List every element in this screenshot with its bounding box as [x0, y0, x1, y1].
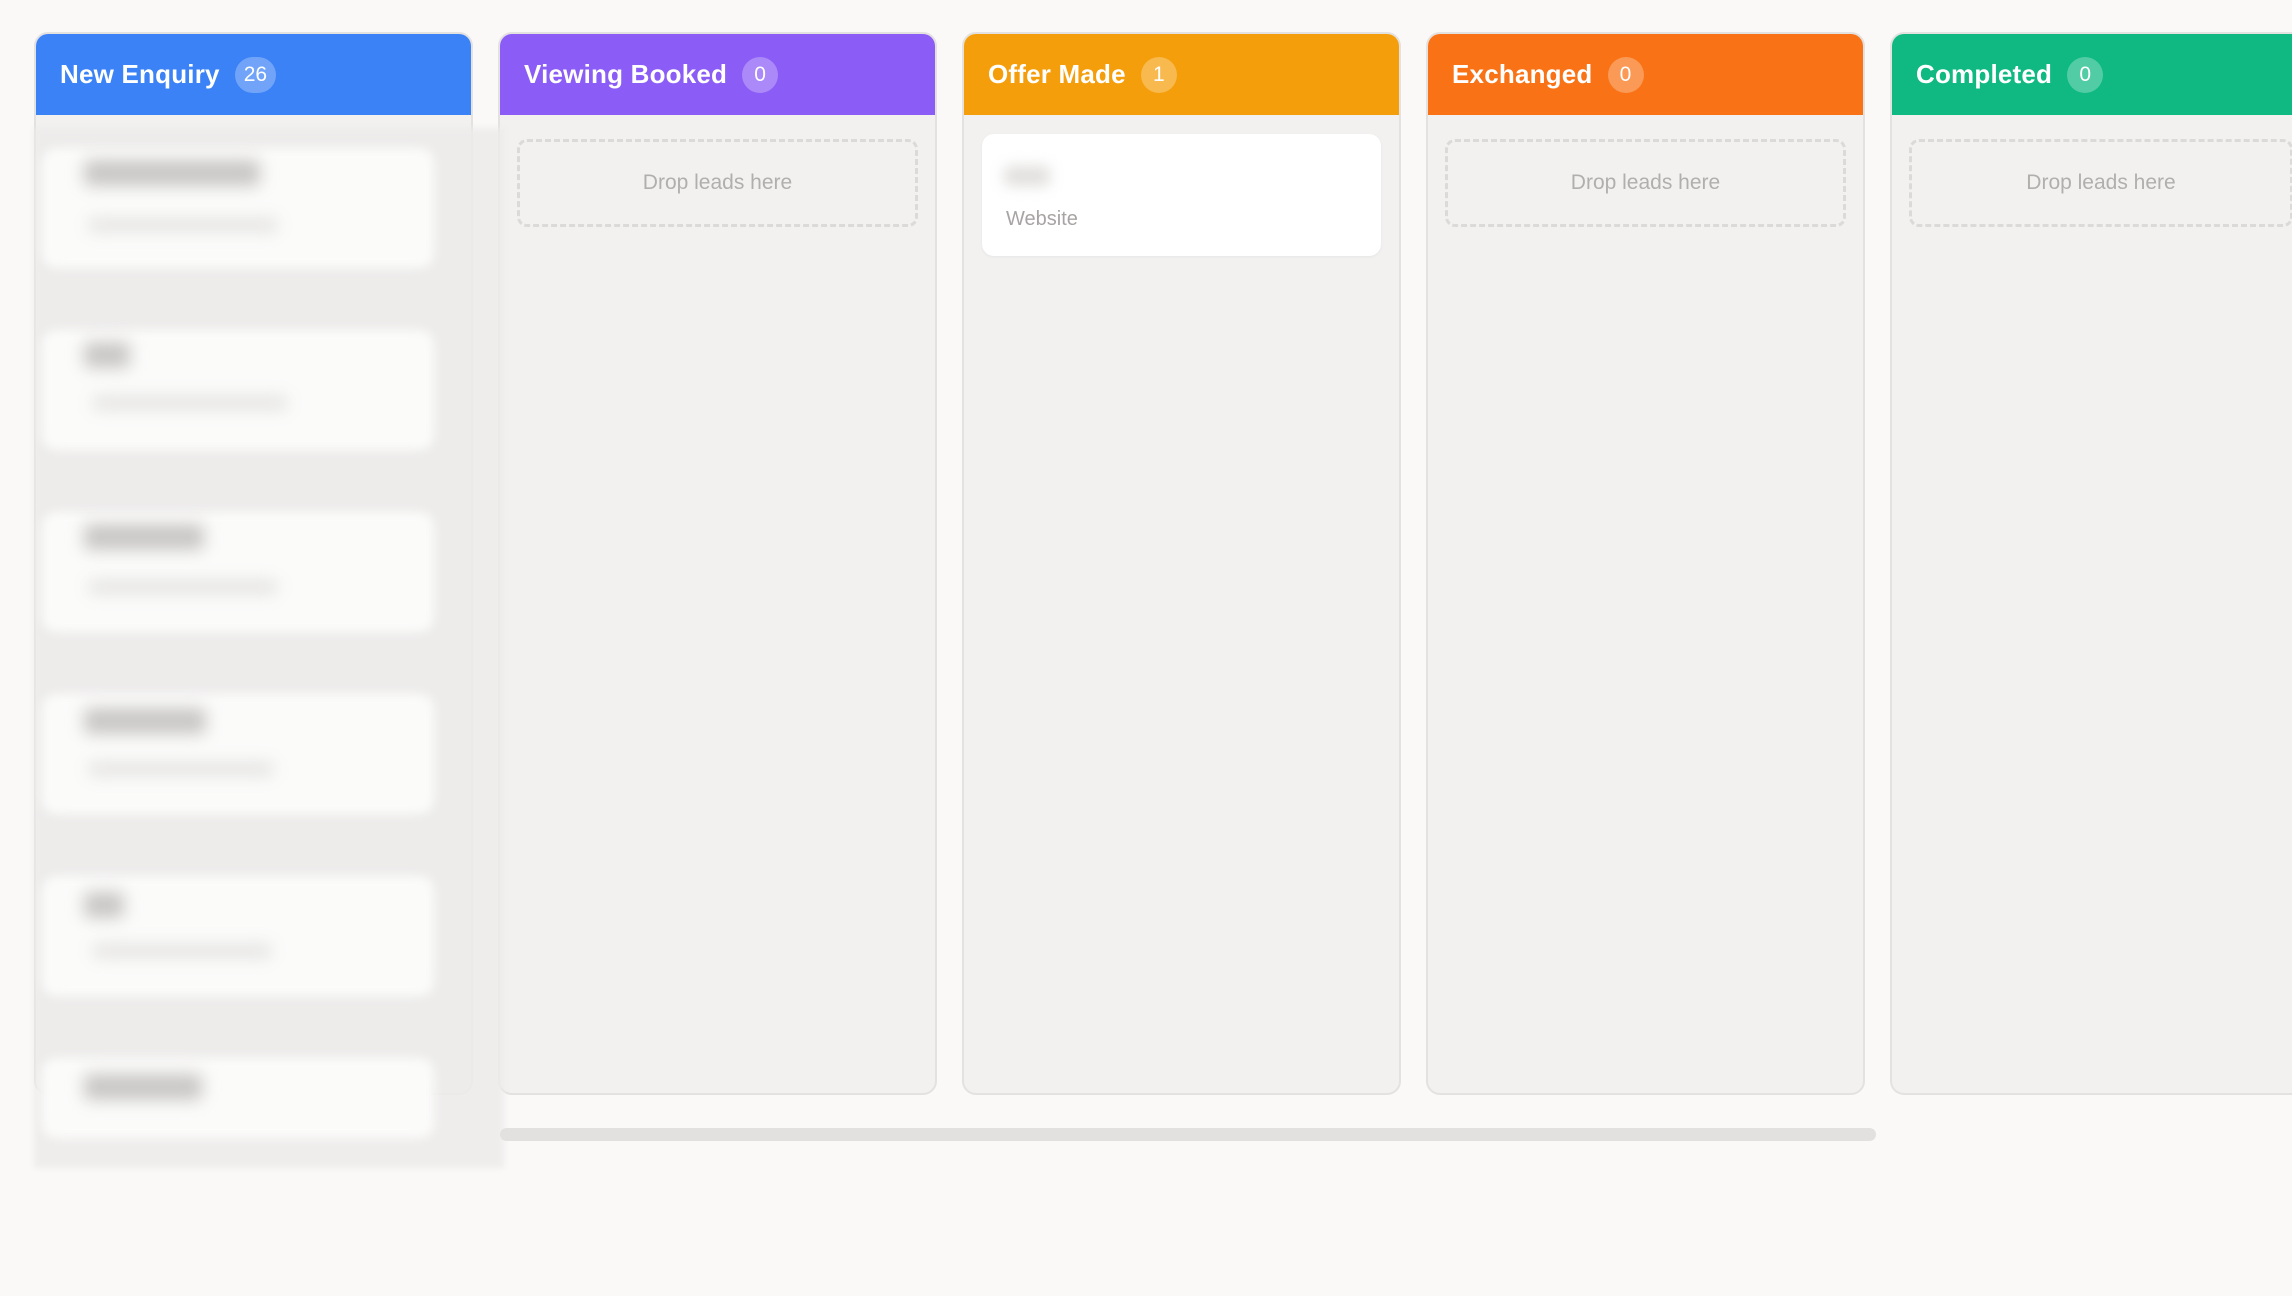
column-title: New Enquiry — [60, 59, 220, 89]
ghost-line — [84, 708, 206, 734]
drop-zone[interactable]: Drop leads here — [517, 139, 918, 227]
drag-overlay — [34, 128, 504, 1168]
ghost-line — [84, 524, 204, 550]
column-title: Offer Made — [988, 59, 1126, 89]
lead-name-redacted — [1004, 166, 1050, 186]
column-offer-made: Offer Made 1 Website — [962, 32, 1401, 1095]
ghost-line — [84, 342, 130, 368]
count-badge: 0 — [742, 56, 779, 93]
ghost-line — [88, 218, 278, 232]
column-viewing-booked: Viewing Booked 0 Drop leads here — [498, 32, 937, 1095]
column-header: Offer Made 1 — [964, 34, 1399, 115]
column-title: Viewing Booked — [524, 59, 728, 89]
ghost-line — [88, 580, 278, 594]
horizontal-scrollbar[interactable] — [500, 1128, 1876, 1141]
column-header: Exchanged 0 — [1428, 34, 1863, 115]
column-header: New Enquiry 26 — [36, 34, 471, 115]
column-title: Completed — [1916, 59, 2053, 89]
count-badge: 1 — [1140, 56, 1177, 93]
column-title: Exchanged — [1452, 59, 1593, 89]
count-badge: 0 — [2067, 56, 2104, 93]
kanban-board: New Enquiry 26 Viewing Booked 0 Drop lea… — [0, 0, 2292, 1296]
lead-card[interactable]: Website — [982, 134, 1381, 256]
ghost-line — [84, 892, 124, 918]
ghost-line — [92, 396, 288, 410]
drop-zone[interactable]: Drop leads here — [1445, 139, 1846, 227]
column-header: Completed 0 — [1892, 34, 2292, 115]
count-badge: 0 — [1607, 56, 1644, 93]
lead-source: Website — [1006, 208, 1078, 230]
ghost-line — [84, 160, 260, 186]
ghost-line — [92, 944, 272, 958]
drop-zone[interactable]: Drop leads here — [1909, 139, 2292, 227]
ghost-line — [88, 762, 274, 776]
column-header: Viewing Booked 0 — [500, 34, 935, 115]
ghost-line — [84, 1074, 202, 1100]
column-completed: Completed 0 Drop leads here — [1890, 32, 2292, 1095]
column-exchanged: Exchanged 0 Drop leads here — [1426, 32, 1865, 1095]
count-badge: 26 — [234, 56, 277, 93]
